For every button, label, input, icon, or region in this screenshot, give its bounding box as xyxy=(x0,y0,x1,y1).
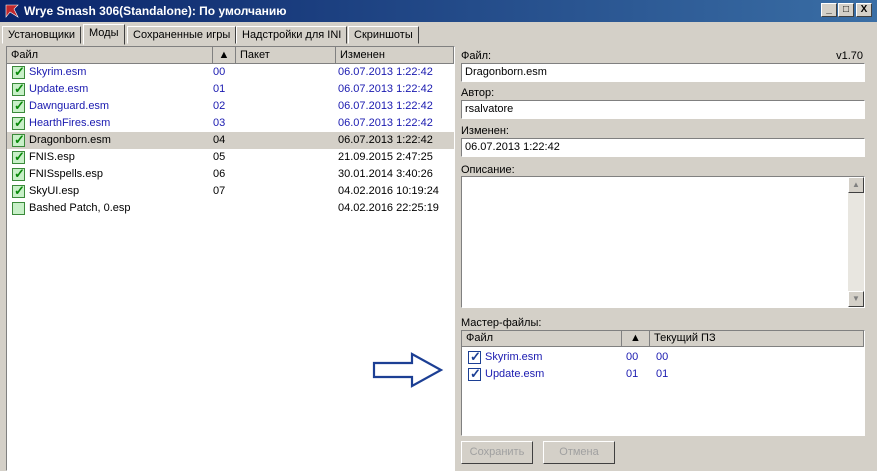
window-title: Wrye Smash 306(Standalone): По умолчанию xyxy=(24,4,287,18)
mod-file-name: FNISspells.esp xyxy=(29,168,103,180)
mod-row[interactable]: ✓ FNIS.esp 05 21.09.2015 2:47:25 xyxy=(7,149,454,166)
mod-file-name: Update.esm xyxy=(29,83,89,95)
scroll-up-icon[interactable]: ▲ xyxy=(848,177,864,193)
title-bar: Wrye Smash 306(Standalone): По умолчанию… xyxy=(0,0,877,22)
mods-list[interactable]: Файл ▲ Пакет Изменен ✓ Skyrim.esm 00 06.07.… xyxy=(6,46,455,471)
mod-modified-date: 06.07.2013 1:22:42 xyxy=(338,66,433,78)
mod-row[interactable]: ✓ FNISspells.esp 06 30.01.2014 3:40:26 xyxy=(7,166,454,183)
mod-file-name: SkyUI.esp xyxy=(29,185,80,197)
app-logo-icon xyxy=(5,4,19,18)
masters-list[interactable]: Файл ▲ Текущий ПЗ ✓ Skyrim.esm 00 00 ✓ Update… xyxy=(461,330,865,436)
checked-checkbox-icon[interactable]: ✓ xyxy=(468,349,481,364)
close-button[interactable]: X xyxy=(856,3,872,17)
masters-column-file[interactable]: Файл xyxy=(462,331,622,347)
description-label: Описание: xyxy=(461,164,515,176)
modified-label: Изменен: xyxy=(461,125,509,137)
mod-load-order: 02 xyxy=(213,100,226,112)
checked-checkbox-icon[interactable]: ✓ xyxy=(468,366,481,381)
checked-checkbox-icon[interactable]: ✓ xyxy=(12,149,25,164)
cancel-button[interactable]: Отмена xyxy=(543,441,615,464)
author-field[interactable]: rsalvatore xyxy=(461,100,865,119)
mod-file-name: FNIS.esp xyxy=(29,151,75,163)
checked-checkbox-icon[interactable]: ✓ xyxy=(12,64,25,79)
master-file-name: Update.esm xyxy=(485,368,545,380)
file-label: Файл: xyxy=(461,50,492,62)
tab-installers[interactable]: Установщики xyxy=(2,26,81,44)
mod-load-order: 03 xyxy=(213,117,226,129)
mod-file-name: Bashed Patch, 0.esp xyxy=(29,202,131,214)
mod-load-order: 06 xyxy=(213,168,226,180)
column-header-package[interactable]: Пакет xyxy=(236,47,336,64)
checked-checkbox-icon[interactable]: ✓ xyxy=(12,183,25,198)
mod-row[interactable]: ✓ Update.esm 01 06.07.2013 1:22:42 xyxy=(7,81,454,98)
checked-checkbox-icon[interactable]: ✓ xyxy=(12,115,25,130)
mod-row[interactable]: ✓ Skyrim.esm 00 06.07.2013 1:22:42 xyxy=(7,64,454,81)
master-file-name: Skyrim.esm xyxy=(485,351,543,363)
tab-saved-games[interactable]: Сохраненные игры xyxy=(127,26,237,44)
master-current-order: 01 xyxy=(656,368,669,380)
mod-load-order: 07 xyxy=(213,185,226,197)
mod-row[interactable]: ✓ HearthFires.esm 03 06.07.2013 1:22:42 xyxy=(7,115,454,132)
maximize-button[interactable]: □ xyxy=(838,3,854,17)
column-header-modified[interactable]: Изменен xyxy=(336,47,454,64)
masters-sort-icon[interactable]: ▲ xyxy=(622,331,650,347)
mod-row[interactable]: ✓ Dragonborn.esm 04 06.07.2013 1:22:42 xyxy=(7,132,454,149)
save-button[interactable]: Сохранить xyxy=(461,441,533,464)
version-label: v1.70 xyxy=(836,50,863,62)
scroll-down-icon[interactable]: ▼ xyxy=(848,291,864,307)
description-scrollbar[interactable]: ▲ ▼ xyxy=(848,177,864,307)
mod-file-name: Dawnguard.esm xyxy=(29,100,110,112)
column-header-file[interactable]: Файл xyxy=(7,47,213,64)
mod-modified-date: 06.07.2013 1:22:42 xyxy=(338,100,433,112)
checked-checkbox-icon[interactable]: ✓ xyxy=(12,132,25,147)
master-load-order: 00 xyxy=(626,351,639,363)
master-row[interactable]: ✓ Update.esm 01 01 xyxy=(462,366,864,383)
mod-modified-date: 21.09.2015 2:47:25 xyxy=(338,151,433,163)
checked-checkbox-icon[interactable]: ✓ xyxy=(12,166,25,181)
masters-label: Мастер-файлы: xyxy=(461,317,542,329)
mod-modified-date: 04.02.2016 22:25:19 xyxy=(338,202,439,214)
tab-screenshots[interactable]: Скриншоты xyxy=(348,26,419,44)
mod-row[interactable]: Bashed Patch, 0.esp 04.02.2016 22:25:19 xyxy=(7,200,454,217)
master-load-order: 01 xyxy=(626,368,639,380)
mod-row[interactable]: ✓ SkyUI.esp 07 04.02.2016 10:19:24 xyxy=(7,183,454,200)
masters-column-current[interactable]: Текущий ПЗ xyxy=(650,331,864,347)
checked-checkbox-icon[interactable]: ✓ xyxy=(12,81,25,96)
details-panel: Файл: v1.70 Dragonborn.esm Автор: rsalva… xyxy=(459,46,877,471)
mod-modified-date: 06.07.2013 1:22:42 xyxy=(338,134,433,146)
mod-row[interactable]: ✓ Dawnguard.esm 02 06.07.2013 1:22:42 xyxy=(7,98,454,115)
mod-load-order: 00 xyxy=(213,66,226,78)
unchecked-checkbox-icon[interactable] xyxy=(12,202,25,215)
author-label: Автор: xyxy=(461,87,495,99)
tab-ini-tweaks[interactable]: Надстройки для INI xyxy=(236,26,348,44)
arrow-right-icon xyxy=(372,352,444,388)
description-textarea[interactable]: ▲ ▼ xyxy=(461,176,865,308)
minimize-button[interactable]: _ xyxy=(821,3,837,17)
mod-modified-date: 06.07.2013 1:22:42 xyxy=(338,117,433,129)
tab-mods[interactable]: Моды xyxy=(83,24,125,45)
mod-file-name: Skyrim.esm xyxy=(29,66,87,78)
tab-bar: Установщики Моды Сохраненные игры Надстр… xyxy=(0,24,877,45)
mod-load-order: 05 xyxy=(213,151,226,163)
mod-load-order: 01 xyxy=(213,83,226,95)
mod-modified-date: 04.02.2016 10:19:24 xyxy=(338,185,439,197)
master-row[interactable]: ✓ Skyrim.esm 00 00 xyxy=(462,349,864,366)
mod-modified-date: 06.07.2013 1:22:42 xyxy=(338,83,433,95)
mod-modified-date: 30.01.2014 3:40:26 xyxy=(338,168,433,180)
master-current-order: 00 xyxy=(656,351,669,363)
checked-checkbox-icon[interactable]: ✓ xyxy=(12,98,25,113)
mod-file-name: Dragonborn.esm xyxy=(29,134,111,146)
modified-date-field[interactable]: 06.07.2013 1:22:42 xyxy=(461,138,865,157)
mod-file-name: HearthFires.esm xyxy=(29,117,111,129)
mod-load-order: 04 xyxy=(213,134,226,146)
file-name-field[interactable]: Dragonborn.esm xyxy=(461,63,865,82)
sort-ascending-icon[interactable]: ▲ xyxy=(213,47,236,64)
